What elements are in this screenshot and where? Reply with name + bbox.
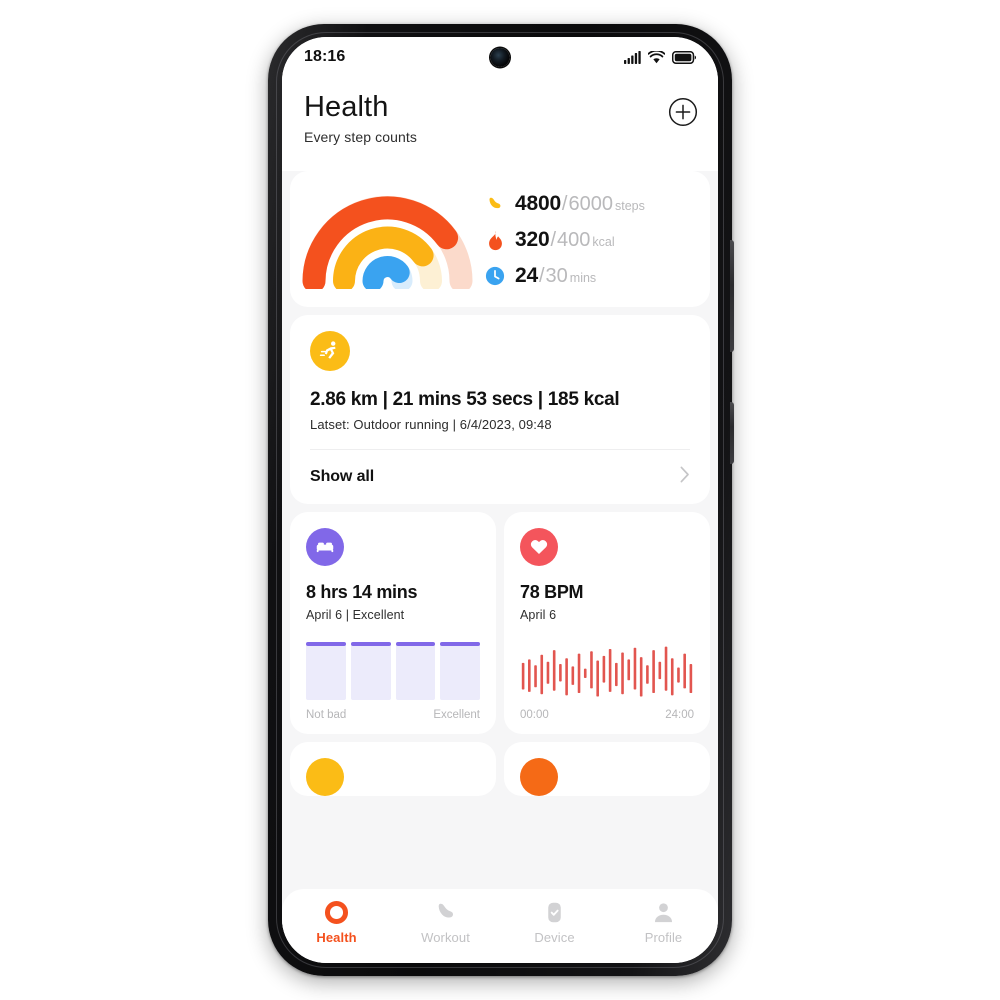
running-icon <box>310 331 350 371</box>
metric-list: 4800 / 6000 steps 320 / 400 kcal 24 / 30… <box>484 190 696 288</box>
workout-details: Latset: Outdoor running | 6/4/2023, 09:4… <box>310 417 552 432</box>
phone-screen: 18:16 Health Every step counts 4800 / 60… <box>282 37 718 963</box>
nav-label-health: Health <box>316 930 357 945</box>
sleep-legend-left: Not bad <box>306 709 347 721</box>
metric-steps: 4800 / 6000 steps <box>484 192 696 216</box>
show-all-label: Show all <box>310 468 375 485</box>
metric-steps-separator: / <box>561 193 568 215</box>
phone-frame: 18:16 Health Every step counts 4800 / 60… <box>268 24 734 976</box>
page-title: Health <box>304 91 389 123</box>
sleep-bar <box>395 642 436 700</box>
metric-mins-separator: / <box>538 265 545 287</box>
sleep-subtitle: April 6 | Excellent <box>306 608 405 622</box>
metric-active-mins-text: 24 / 30 mins <box>515 264 596 288</box>
metric-calories-current: 320 <box>515 228 550 251</box>
metric-mins-unit: mins <box>569 271 597 285</box>
sleep-quality-chart <box>306 642 480 700</box>
metric-calories-unit: kcal <box>592 235 615 249</box>
nav-item-profile[interactable]: Profile <box>609 899 718 945</box>
heart-rate-legend-right: 24:00 <box>665 709 694 721</box>
status-icons <box>624 50 696 64</box>
sleep-card[interactable]: 8 hrs 14 mins April 6 | Excellent Not ba… <box>290 512 496 734</box>
heart-rate-card[interactable]: 78 BPM April 6 00:00 24:00 <box>504 512 710 734</box>
metric-steps-current: 4800 <box>515 192 561 215</box>
sleep-legend: Not bad Excellent <box>306 709 480 721</box>
metric-steps-unit: steps <box>614 199 645 213</box>
sleep-bar <box>306 642 346 700</box>
rainbow-gauge-icon <box>302 196 472 289</box>
add-button[interactable] <box>668 97 698 127</box>
signal-icon <box>624 50 641 64</box>
sleep-legend-right: Excellent <box>433 709 480 721</box>
chevron-right-icon <box>680 466 690 488</box>
metrics-grid: 8 hrs 14 mins April 6 | Excellent Not ba… <box>290 512 710 734</box>
status-bar: 18:16 <box>282 37 718 77</box>
metric-calories-text: 320 / 400 kcal <box>515 228 615 252</box>
person-icon <box>651 899 677 925</box>
sleep-bar <box>440 642 480 700</box>
heart-icon <box>520 528 558 566</box>
heart-rate-legend: 00:00 24:00 <box>520 709 694 721</box>
nav-label-workout: Workout <box>421 930 470 945</box>
peek-cards-row <box>290 742 710 796</box>
nav-item-health[interactable]: Health <box>282 899 391 945</box>
flame-icon <box>484 229 506 251</box>
health-ring-icon <box>324 899 350 925</box>
heart-rate-bars <box>521 646 693 697</box>
daily-summary-card[interactable]: 4800 / 6000 steps 320 / 400 kcal 24 / 30… <box>290 171 710 307</box>
bottom-navigation: Health Workout Device Profile <box>282 889 718 963</box>
peek-card-right[interactable] <box>504 742 710 796</box>
workout-summary: 2.86 km | 21 mins 53 secs | 185 kcal <box>310 389 620 410</box>
metric-active-mins: 24 / 30 mins <box>484 264 696 288</box>
show-all-row[interactable]: Show all <box>310 450 690 504</box>
nav-item-device[interactable]: Device <box>500 899 609 945</box>
page-subtitle: Every step counts <box>304 129 417 145</box>
volume-button[interactable] <box>730 240 734 352</box>
power-button[interactable] <box>730 402 734 464</box>
battery-icon <box>672 50 696 64</box>
activity-gauge <box>296 189 478 289</box>
add-icon <box>668 97 698 127</box>
heart-rate-legend-left: 00:00 <box>520 709 549 721</box>
metric-calories-goal: 400 <box>557 229 591 251</box>
nav-label-profile: Profile <box>644 930 683 945</box>
shoe-icon <box>433 899 459 925</box>
scroll-area[interactable]: Health Every step counts 4800 / 6000 ste… <box>282 77 718 796</box>
nav-item-workout[interactable]: Workout <box>391 899 500 945</box>
metric-steps-goal: 6000 <box>568 193 613 215</box>
heart-rate-chart <box>520 642 694 700</box>
peek-icon-orange <box>520 758 558 796</box>
heart-rate-value: 78 BPM <box>520 582 584 602</box>
peek-icon-yellow <box>306 758 344 796</box>
status-time: 18:16 <box>304 48 346 65</box>
metric-mins-current: 24 <box>515 264 538 287</box>
shoe-icon <box>484 193 506 215</box>
app-body: Health Every step counts 4800 / 6000 ste… <box>282 77 718 963</box>
heart-rate-subtitle: April 6 <box>520 608 557 622</box>
sleep-duration: 8 hrs 14 mins <box>306 582 418 602</box>
bed-icon <box>306 528 344 566</box>
clock-icon <box>484 265 506 287</box>
metric-mins-goal: 30 <box>545 265 568 287</box>
peek-card-left[interactable] <box>290 742 496 796</box>
workout-card[interactable]: 2.86 km | 21 mins 53 secs | 185 kcal Lat… <box>290 315 710 504</box>
screenshot-root: 18:16 Health Every step counts 4800 / 60… <box>0 0 1000 1000</box>
metric-calories-separator: / <box>550 229 557 251</box>
sleep-bar <box>350 642 391 700</box>
app-header: Health Every step counts <box>282 77 718 171</box>
watch-check-icon <box>542 899 568 925</box>
metric-calories: 320 / 400 kcal <box>484 228 696 252</box>
front-camera-icon <box>490 48 510 67</box>
metric-steps-text: 4800 / 6000 steps <box>515 192 645 216</box>
nav-label-device: Device <box>534 930 575 945</box>
wifi-icon <box>648 50 665 63</box>
